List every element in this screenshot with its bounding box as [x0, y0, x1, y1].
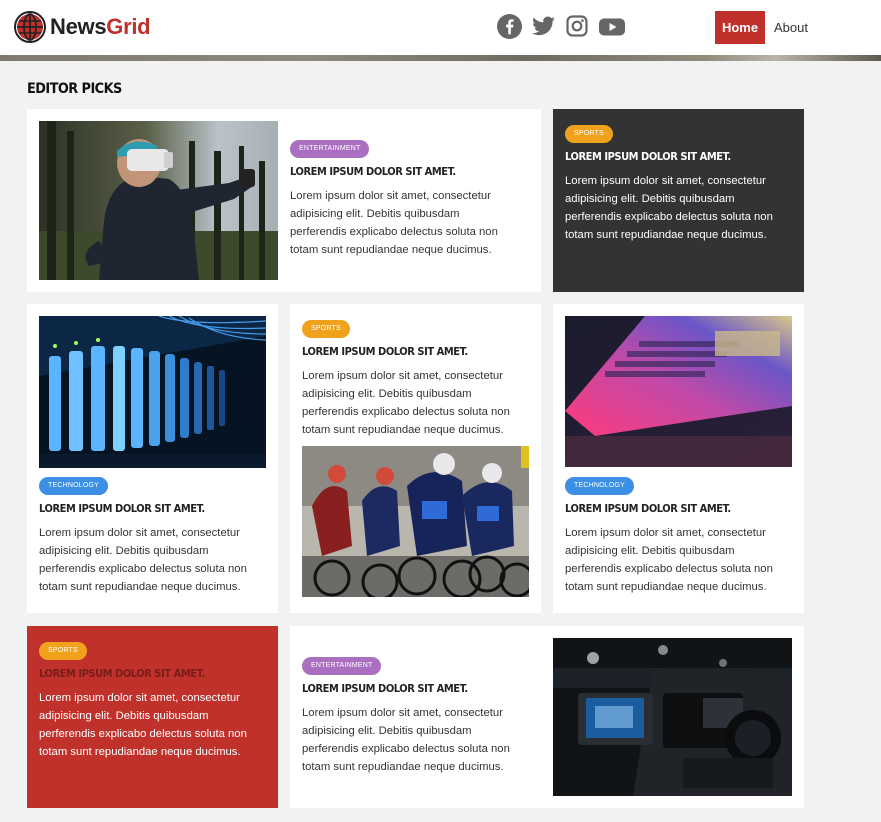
category-badge[interactable]: TECHNOLOGY [565, 477, 635, 495]
article-card-2[interactable]: SPORTS LOREM IPSUM DOLOR SIT AMET. Lorem… [553, 109, 804, 292]
article-excerpt: Lorem ipsum dolor sit amet, consectetur … [565, 175, 773, 241]
social-links [497, 14, 626, 39]
article-title[interactable]: LOREM IPSUM DOLOR SIT AMET. [565, 502, 768, 515]
instagram-icon[interactable] [565, 14, 589, 38]
section-title: EDITOR PICKS [27, 81, 122, 97]
video-camera-image [553, 638, 792, 796]
article-excerpt: Lorem ipsum dolor sit amet, consectetur … [290, 190, 498, 256]
article-excerpt: Lorem ipsum dolor sit amet, consectetur … [39, 692, 247, 758]
navbar: NewsGrid Home About [0, 0, 881, 55]
youtube-icon[interactable] [598, 14, 626, 39]
article-card-4[interactable]: SPORTS LOREM IPSUM DOLOR SIT AMET. Lorem… [290, 304, 541, 613]
nav-home-link[interactable]: Home [715, 11, 765, 44]
article-title[interactable]: LOREM IPSUM DOLOR SIT AMET. [302, 345, 505, 358]
brand-name-part1: News [50, 14, 107, 39]
brand-name-part2: Grid [106, 14, 151, 39]
vr-headset-image [39, 121, 278, 280]
article-excerpt: Lorem ipsum dolor sit amet, consectetur … [39, 527, 247, 593]
article-title[interactable]: LOREM IPSUM DOLOR SIT AMET. [290, 165, 493, 178]
article-excerpt: Lorem ipsum dolor sit amet, consectetur … [302, 707, 510, 773]
category-badge[interactable]: ENTERTAINMENT [302, 657, 382, 675]
facebook-icon[interactable] [497, 14, 522, 39]
globe-icon [14, 11, 46, 43]
cycling-race-image [302, 446, 529, 597]
article-excerpt: Lorem ipsum dolor sit amet, consectetur … [302, 370, 510, 436]
hero-image-strip [0, 55, 881, 61]
article-card-5[interactable]: TECHNOLOGY LOREM IPSUM DOLOR SIT AMET. L… [553, 304, 804, 613]
logo[interactable]: NewsGrid [14, 11, 151, 43]
nav-about-link[interactable]: About [774, 20, 808, 35]
article-title[interactable]: LOREM IPSUM DOLOR SIT AMET. [39, 667, 242, 680]
category-badge[interactable]: SPORTS [39, 642, 87, 660]
category-badge[interactable]: SPORTS [302, 320, 350, 338]
article-title[interactable]: LOREM IPSUM DOLOR SIT AMET. [302, 682, 505, 695]
article-title[interactable]: LOREM IPSUM DOLOR SIT AMET. [565, 150, 768, 163]
article-card-6[interactable]: SPORTS LOREM IPSUM DOLOR SIT AMET. Lorem… [27, 626, 278, 808]
category-badge[interactable]: TECHNOLOGY [39, 477, 109, 495]
category-badge[interactable]: ENTERTAINMENT [290, 140, 370, 158]
main-nav: Home About [715, 11, 808, 44]
article-title[interactable]: LOREM IPSUM DOLOR SIT AMET. [39, 502, 242, 515]
laptop-keyboard-image [565, 316, 792, 467]
article-card-1[interactable]: ENTERTAINMENT LOREM IPSUM DOLOR SIT AMET… [27, 109, 541, 292]
category-badge[interactable]: SPORTS [565, 125, 613, 143]
twitter-icon[interactable] [531, 14, 556, 39]
article-excerpt: Lorem ipsum dolor sit amet, consectetur … [565, 527, 773, 593]
article-card-7[interactable]: ENTERTAINMENT LOREM IPSUM DOLOR SIT AMET… [290, 626, 804, 808]
article-card-3[interactable]: TECHNOLOGY LOREM IPSUM DOLOR SIT AMET. L… [27, 304, 278, 613]
server-rack-image [39, 316, 266, 468]
